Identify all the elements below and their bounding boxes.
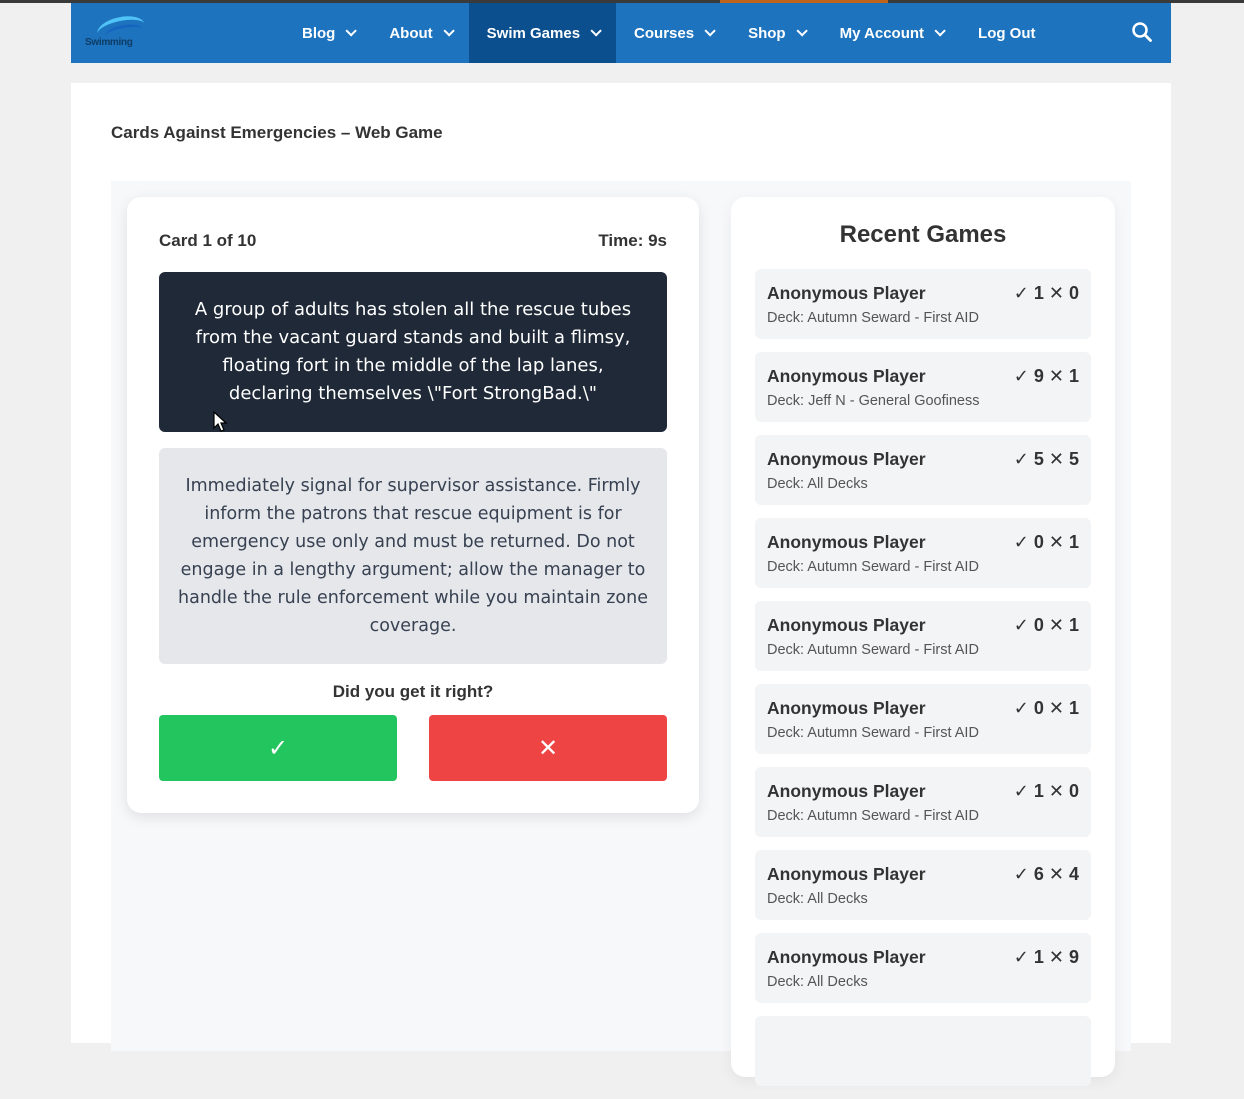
nav-label: Courses	[634, 24, 695, 42]
player-name: Anonymous Player	[767, 615, 926, 635]
recent-games-panel: Recent Games Anonymous Player Deck: Autum…	[731, 197, 1115, 1086]
wrong-button[interactable]: ✕	[429, 715, 667, 781]
deck-name: Deck: All Decks	[767, 891, 868, 907]
deck-name: Deck: Autumn Seward - First AID	[767, 310, 979, 326]
player-name: Anonymous Player	[767, 947, 926, 967]
score: ✓ 5 ✕ 5	[1013, 449, 1079, 469]
list-item[interactable]: Anonymous Player Deck: Autumn Seward - Fi…	[755, 269, 1091, 339]
deck-name: Deck: Autumn Seward - First AID	[767, 559, 979, 575]
page-title: Cards Against Emergencies – Web Game	[111, 123, 443, 142]
list-item[interactable]: Anonymous Player Deck: Autumn Seward - Fi…	[755, 518, 1091, 588]
list-item[interactable]: Anonymous Player Deck: All Decks ✓ 5 ✕ 5	[755, 435, 1091, 505]
deck-name: Deck: All Decks	[767, 476, 868, 492]
chevron-down-icon	[704, 25, 716, 37]
player-name: Anonymous Player	[767, 283, 926, 303]
list-item[interactable]: Anonymous Player Deck: Autumn Seward - Fi…	[755, 767, 1091, 837]
game-area: Card 1 of 10 Time: 9s A group of adults …	[111, 181, 1131, 1086]
mouse-cursor-icon	[213, 410, 229, 438]
score: ✓ 0 ✕ 1	[1013, 615, 1079, 635]
nav-item-my-account[interactable]: My Account	[822, 3, 960, 63]
player-name: Anonymous Player	[767, 781, 926, 801]
prompt-card[interactable]: A group of adults has stolen all the res…	[159, 272, 667, 432]
nav-label: Log Out	[978, 24, 1036, 42]
search-icon[interactable]	[1131, 21, 1155, 45]
chevron-down-icon	[443, 25, 455, 37]
nav-item-shop[interactable]: Shop	[730, 3, 822, 63]
nav-label: Swim Games	[486, 24, 581, 42]
player-name: Anonymous Player	[767, 864, 926, 884]
score: ✓ 1 ✕ 0	[1013, 283, 1079, 303]
deck-name: Deck: All Decks	[767, 974, 868, 990]
score: ✓ 0 ✕ 1	[1013, 532, 1079, 552]
score: ✓ 1 ✕ 9	[1013, 947, 1079, 967]
correct-button[interactable]: ✓	[159, 715, 397, 781]
site-logo[interactable]: Swimming	[83, 12, 163, 53]
deck-name: Deck: Autumn Seward - First AID	[767, 642, 979, 658]
page-content: Cards Against Emergencies – Web Game Car…	[71, 83, 1171, 1086]
nav-label: My Account	[839, 24, 925, 42]
nav-item-about[interactable]: About	[371, 3, 468, 63]
chevron-down-icon	[590, 25, 602, 37]
card-panel: Card 1 of 10 Time: 9s A group of adults …	[127, 197, 699, 813]
player-name: Anonymous Player	[767, 449, 926, 469]
score: ✓ 1 ✕ 0	[1013, 781, 1079, 801]
question-label: Did you get it right?	[332, 682, 494, 701]
nav-item-swim-games[interactable]: Swim Games	[468, 3, 617, 63]
card-header: Card 1 of 10 Time: 9s	[159, 231, 667, 251]
score: ✓ 0 ✕ 1	[1013, 698, 1079, 718]
nav-item-blog[interactable]: Blog	[284, 3, 371, 63]
score: ✓ 9 ✕ 1	[1013, 366, 1079, 386]
list-item[interactable]: Anonymous Player Deck: Autumn Seward - Fi…	[755, 601, 1091, 671]
nav-label: Shop	[748, 24, 786, 42]
score: ✓ 6 ✕ 4	[1013, 864, 1079, 884]
deck-name: Deck: Jeff N - General Goofiness	[767, 393, 980, 409]
list-item[interactable]: Anonymous Player Deck: All Decks ✓ 6 ✕ 4	[755, 850, 1091, 920]
deck-name: Deck: Autumn Seward - First AID	[767, 725, 979, 741]
nav-item-log-out[interactable]: Log Out	[960, 3, 1053, 63]
nav-label: About	[389, 24, 433, 42]
nav-label: Blog	[302, 24, 336, 42]
nav-menu: Blog About Swim Games Courses Shop My Ac…	[284, 3, 1054, 63]
main-navbar: Swimming Blog About Swim Games Courses S…	[71, 3, 1171, 63]
logo-text: Swimming	[85, 37, 133, 48]
nav-item-courses[interactable]: Courses	[616, 3, 730, 63]
player-name: Anonymous Player	[767, 532, 926, 552]
recent-games-title: Recent Games	[839, 221, 1007, 248]
chevron-down-icon	[796, 25, 808, 37]
recent-games-list: Anonymous Player Deck: Autumn Seward - Fi…	[755, 269, 1091, 1099]
list-item[interactable]: Anonymous Player Deck: Autumn Seward - Fi…	[755, 684, 1091, 754]
deck-name: Deck: Autumn Seward - First AID	[767, 808, 979, 824]
game-timer: Time: 9s	[598, 231, 667, 250]
list-item[interactable]: Anonymous Player Deck: All Decks ✓ 1 ✕ 9	[755, 933, 1091, 1003]
player-name: Anonymous Player	[767, 366, 926, 386]
player-name: Anonymous Player	[767, 698, 926, 718]
chevron-down-icon	[345, 25, 358, 37]
chevron-down-icon	[934, 25, 946, 37]
card-counter: Card 1 of 10	[159, 231, 257, 250]
list-item[interactable]: Anonymous Player Deck: Jeff N - General G…	[755, 352, 1091, 422]
answer-card: Immediately signal for supervisor assist…	[159, 448, 667, 664]
